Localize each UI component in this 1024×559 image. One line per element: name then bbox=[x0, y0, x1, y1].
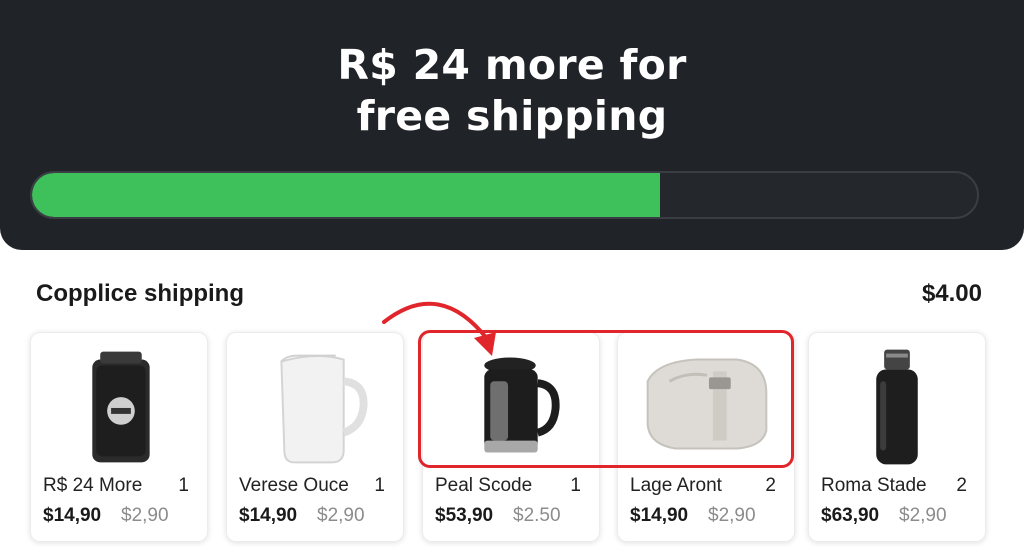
product-price: $63,90 bbox=[821, 505, 880, 526]
product-card[interactable]: Roma Stade 2 $63,90 $2,90 bbox=[808, 332, 986, 542]
product-qty: 1 bbox=[374, 475, 385, 496]
product-list: R$ 24 More 1 $14,90 $2,90 Verese Ouce 1 … bbox=[0, 332, 1024, 542]
product-old-price: $2,90 bbox=[317, 505, 365, 526]
product-price: $14,90 bbox=[43, 505, 102, 526]
product-name: R$ 24 More bbox=[43, 475, 143, 496]
shipping-row: Copplice shipping $4.00 bbox=[36, 280, 982, 310]
product-name: Lage Aront bbox=[630, 475, 722, 496]
black-case-icon bbox=[92, 351, 150, 463]
free-shipping-banner: R$ 24 more for free shipping bbox=[0, 0, 1024, 250]
shipping-label: Copplice shipping bbox=[36, 280, 244, 307]
shipping-price: $4.00 bbox=[921, 280, 982, 307]
product-card[interactable]: Peal Scode 1 $53,90 $2.50 bbox=[422, 332, 600, 542]
product-price: $14,90 bbox=[630, 505, 689, 526]
shipping-progress-fill bbox=[32, 173, 661, 217]
product-old-price: $2,90 bbox=[899, 505, 947, 526]
shipping-progress-bar bbox=[30, 171, 979, 219]
product-card[interactable]: R$ 24 More 1 $14,90 $2,90 bbox=[30, 332, 208, 542]
product-card[interactable]: Lage Aront 2 $14,90 $2,90 bbox=[617, 332, 795, 542]
product-old-price: $2,90 bbox=[121, 505, 169, 526]
product-name: Roma Stade bbox=[821, 475, 927, 496]
black-bottle-icon bbox=[876, 349, 918, 465]
product-name: Verese Ouce bbox=[239, 475, 349, 496]
product-card[interactable]: Verese Ouce 1 $14,90 $2,90 bbox=[226, 332, 404, 542]
gray-bag-icon bbox=[646, 358, 768, 450]
white-pitcher-icon bbox=[280, 354, 368, 464]
product-old-price: $2,90 bbox=[708, 505, 756, 526]
free-shipping-title: R$ 24 more for free shipping bbox=[0, 40, 1024, 142]
title-line-2: free shipping bbox=[356, 92, 668, 140]
product-price: $53,90 bbox=[435, 505, 494, 526]
black-kettle-icon bbox=[484, 357, 560, 453]
title-line-1: R$ 24 more for bbox=[337, 41, 687, 89]
product-name: Peal Scode bbox=[435, 475, 533, 496]
product-qty: 2 bbox=[956, 475, 967, 496]
product-qty: 1 bbox=[178, 475, 189, 496]
product-old-price: $2.50 bbox=[513, 505, 561, 526]
product-price: $14,90 bbox=[239, 505, 298, 526]
product-qty: 2 bbox=[765, 475, 776, 496]
product-qty: 1 bbox=[570, 475, 581, 496]
